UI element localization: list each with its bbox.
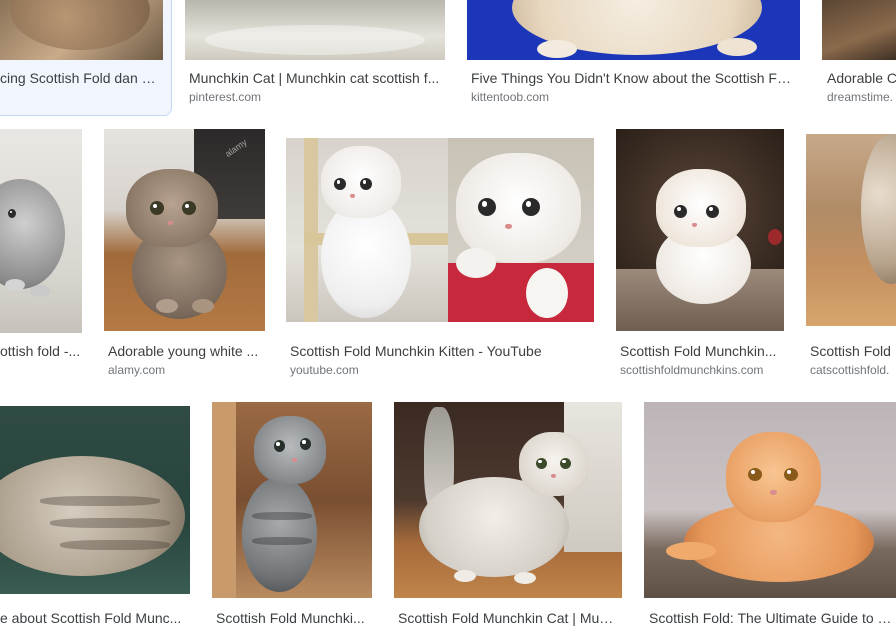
result-source-2: kittentoob.com [471,90,550,104]
result-image-7[interactable] [616,129,784,331]
result-card-3[interactable]: Adorable Cl dreamstime. [822,0,896,110]
result-caption-7[interactable]: Scottish Fold Munchkin... [620,342,780,360]
result-card-4[interactable]: ottish fold -... [0,129,82,379]
result-image-10[interactable] [212,402,372,598]
result-caption-10[interactable]: Scottish Fold Munchki... [216,609,368,627]
result-caption-5[interactable]: Adorable young white ... [108,342,261,360]
result-caption-0[interactable]: cing Scottish Fold dan C... [0,69,163,87]
result-caption-3[interactable]: Adorable Cl [827,69,896,87]
result-source-3: dreamstime. [827,90,894,104]
result-card-11[interactable]: Scottish Fold Munchkin Cat | Mun... [394,402,622,629]
result-source-5: alamy.com [108,363,166,377]
result-source-1: pinterest.com [189,90,262,104]
result-caption-11[interactable]: Scottish Fold Munchkin Cat | Mun... [398,609,618,627]
result-caption-6[interactable]: Scottish Fold Munchkin Kitten - YouTube [290,342,590,360]
result-image-2[interactable] [467,0,800,60]
result-source-7: scottishfoldmunchkins.com [620,363,764,377]
result-card-6[interactable]: Scottish Fold Munchkin Kitten - YouTube … [286,138,594,378]
result-caption-9[interactable]: e about Scottish Fold Munc... [0,609,186,627]
result-card-8[interactable]: Scottish Fold I catscottishfold. [806,134,896,379]
result-image-11[interactable] [394,402,622,598]
result-card-0[interactable]: cing Scottish Fold dan C... [0,0,172,116]
result-image-6[interactable] [286,138,594,322]
result-caption-8[interactable]: Scottish Fold I [810,342,896,360]
result-caption-1[interactable]: Munchkin Cat | Munchkin cat scottish f..… [189,69,441,87]
result-card-10[interactable]: Scottish Fold Munchki... [212,402,372,629]
result-card-12[interactable]: Scottish Fold: The Ultimate Guide to t..… [644,402,896,629]
result-image-5[interactable]: alamy [104,129,265,331]
result-caption-4[interactable]: ottish fold -... [0,342,82,360]
result-card-9[interactable]: e about Scottish Fold Munc... [0,406,190,629]
result-card-1[interactable]: Munchkin Cat | Munchkin cat scottish f..… [185,0,445,110]
result-source-8: catscottishfold. [810,363,890,377]
result-source-6: youtube.com [290,363,359,377]
result-caption-2[interactable]: Five Things You Didn't Know about the Sc… [471,69,796,87]
result-image-8[interactable] [806,134,896,326]
result-card-2[interactable]: Five Things You Didn't Know about the Sc… [467,0,800,110]
result-image-9[interactable] [0,406,190,594]
result-image-0[interactable] [0,0,163,60]
result-card-7[interactable]: Scottish Fold Munchkin... scottishfoldmu… [616,129,784,379]
result-image-4[interactable] [0,129,82,333]
result-caption-12[interactable]: Scottish Fold: The Ultimate Guide to t..… [649,609,892,627]
result-image-12[interactable] [644,402,896,598]
result-image-3[interactable] [822,0,896,60]
result-card-5[interactable]: alamy Adorable young white ... alamy.com [104,129,265,379]
result-image-1[interactable] [185,0,445,60]
